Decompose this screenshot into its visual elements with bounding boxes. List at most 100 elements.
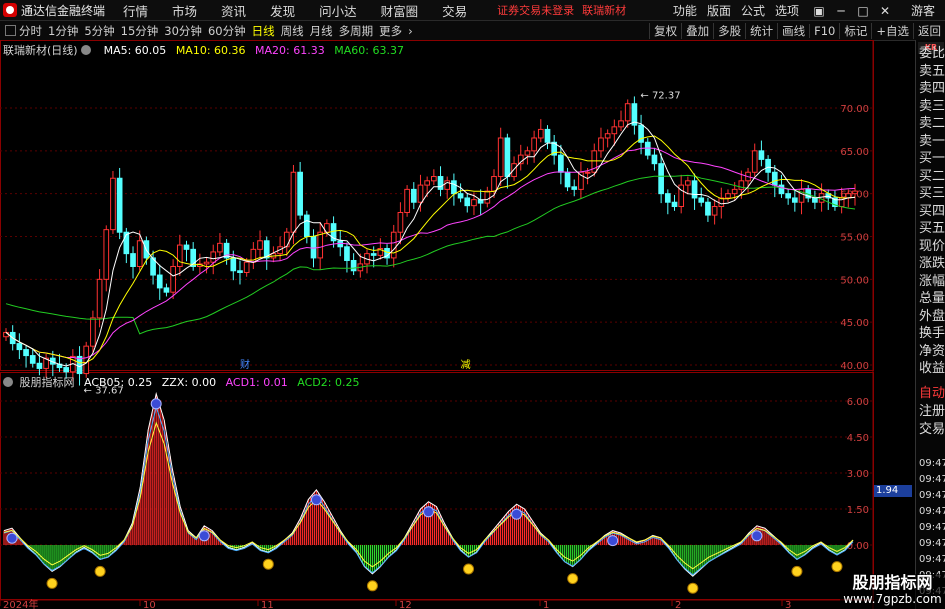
tool-biaoji[interactable]: 标记 (839, 23, 871, 39)
candle-body (711, 206, 718, 216)
period-more[interactable]: 更多 (379, 23, 402, 39)
menu-right: 功能 版面 公式 选项 ▣ ─ □ ✕ 游客 (673, 0, 945, 21)
quote-label: 买二 (919, 168, 945, 184)
kline-chart[interactable]: 70.0065.0060.0055.0050.0045.0040.006.004… (0, 40, 915, 609)
peak-face-icon (150, 398, 162, 410)
candle-body (611, 126, 618, 135)
trade-time: 09:47 (919, 474, 945, 485)
candle-body (116, 177, 123, 233)
candle-body (3, 331, 9, 338)
tool-tongji[interactable]: 统计 (745, 23, 777, 39)
candle-body (23, 349, 29, 357)
period-daily[interactable]: 日线 (252, 23, 275, 39)
tool-duogu[interactable]: 多股 (713, 23, 745, 39)
tool-diejia[interactable]: 叠加 (681, 23, 713, 39)
candle-body (558, 154, 564, 173)
main-caption-stock[interactable]: 联瑞新材(日线) (3, 44, 78, 57)
minimize-icon[interactable]: ─ (831, 4, 851, 18)
trade-label[interactable]: 交易 (919, 422, 945, 438)
menu-banmian[interactable]: 版面 (707, 2, 731, 19)
trough-face-icon (687, 582, 699, 594)
menu-gongneng[interactable]: 功能 (673, 2, 697, 19)
period-30min[interactable]: 30分钟 (164, 23, 202, 39)
candle-body (524, 150, 531, 156)
candle-body (103, 229, 110, 280)
candle-body (130, 253, 136, 267)
finance-marker: 财 (240, 358, 250, 371)
tool-zixuan[interactable]: +自选 (871, 23, 913, 39)
quote-label: 收益 (919, 361, 945, 376)
trade-time: 09:47 (919, 522, 945, 533)
quote-label: 买一 (919, 151, 945, 166)
candle-body (491, 176, 497, 192)
period-bar: 分时 1分钟 5分钟 15分钟 30分钟 60分钟 日线 周线 月线 多周期 更… (0, 21, 945, 41)
gear-icon[interactable] (81, 45, 92, 55)
quote-label: 卖四 (919, 81, 945, 96)
guest-label[interactable]: 游客 (911, 2, 935, 19)
candle-body (664, 193, 671, 203)
y-tick-label: 50.00 (840, 275, 869, 286)
menu-faxian[interactable]: 发现 (270, 1, 295, 20)
candle-body (257, 240, 263, 250)
axis-value-badge: 1.94 (874, 485, 912, 497)
main-chart-caption: 联瑞新材(日线) MA5: 60.05 MA10: 60.36 MA20: 61… (3, 42, 404, 58)
candle-body (544, 128, 551, 143)
tool-f10[interactable]: F10 (809, 24, 839, 38)
candle-body (170, 265, 176, 293)
menu-zixun[interactable]: 资讯 (221, 1, 246, 20)
gear-icon[interactable] (3, 377, 13, 387)
trade-time: 09:47 (919, 506, 945, 517)
auto-label[interactable]: 自动 (919, 386, 945, 402)
period-1min[interactable]: 1分钟 (48, 23, 78, 39)
reduction-marker: 减 (461, 359, 471, 371)
period-5min[interactable]: 5分钟 (84, 23, 114, 39)
ma60-label: MA60: 63.37 (334, 44, 404, 57)
period-weekly[interactable]: 周线 (281, 23, 304, 39)
period-checkbox[interactable] (5, 25, 16, 36)
watermark-title: 股朋指标网 (852, 573, 933, 592)
quote-label: 卖二 (919, 116, 945, 131)
period-monthly[interactable]: 月线 (310, 23, 333, 39)
candle-body (537, 128, 544, 139)
register-label[interactable]: 注册 (919, 404, 945, 420)
tool-fuquan[interactable]: 复权 (649, 23, 681, 39)
maximize-icon[interactable]: □ (853, 4, 873, 18)
menu-jiaoyi[interactable]: 交易 (442, 1, 467, 20)
period-fenshi[interactable]: 分时 (19, 23, 42, 39)
period-60min[interactable]: 60分钟 (208, 23, 246, 39)
indicator-name[interactable]: 股朋指标网 (20, 376, 75, 389)
trough-face-icon (831, 561, 843, 573)
quote-label: 卖五 (919, 63, 945, 79)
period-multi[interactable]: 多周期 (339, 23, 374, 39)
period-more-chevron-icon[interactable]: › (408, 24, 413, 38)
candle-body (410, 188, 417, 203)
candle-body (598, 137, 604, 152)
menu-shichang[interactable]: 市场 (172, 1, 197, 20)
ma10-label: MA10: 60.36 (175, 44, 246, 57)
candle-body (390, 231, 397, 259)
candle-body (29, 355, 36, 364)
close-icon[interactable]: ✕ (875, 4, 895, 18)
menu-hangqing[interactable]: 行情 (123, 1, 148, 20)
current-stock-name: 联瑞新材 (582, 4, 627, 17)
candle-body (765, 158, 771, 173)
watermark: 股朋指标网 www.7gpzb.com (840, 574, 945, 609)
candle-body (90, 317, 96, 347)
candle-body (183, 244, 190, 250)
login-warning[interactable]: 证券交易未登录 (497, 2, 574, 18)
y-tick-label: 55.00 (840, 233, 869, 244)
menu-xuanxiang[interactable]: 选项 (775, 2, 799, 19)
candle-body (237, 270, 243, 273)
candle-body (658, 163, 664, 195)
tool-huaxian[interactable]: 画线 (777, 23, 809, 39)
menu-gongshi[interactable]: 公式 (741, 2, 765, 19)
skin-icon[interactable]: ▣ (809, 4, 829, 18)
menu-wenxiaoda[interactable]: 问小达 (319, 1, 357, 20)
indicator-tick-label: 1.50 (847, 505, 869, 516)
tool-fanhui[interactable]: 返回 (913, 23, 945, 39)
menu-caifuquan[interactable]: 财富圈 (381, 1, 419, 20)
quote-label: 净资 (919, 343, 945, 359)
candle-body (698, 197, 705, 203)
period-15min[interactable]: 15分钟 (121, 23, 159, 39)
candle-body (176, 244, 183, 267)
